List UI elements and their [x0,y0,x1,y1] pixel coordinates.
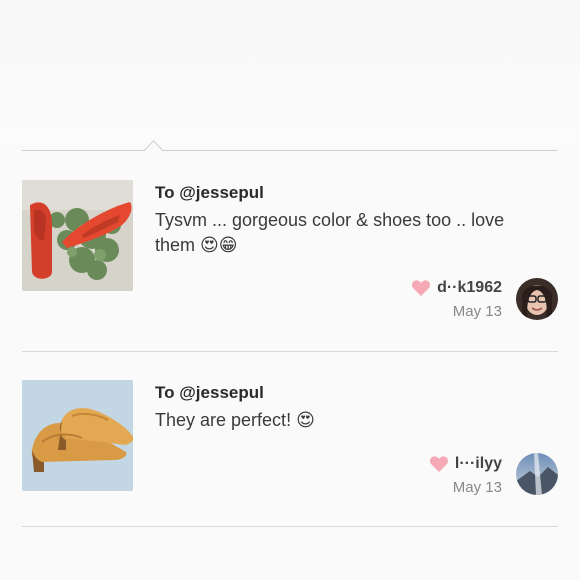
user-avatar-image [516,278,558,320]
avatar[interactable] [516,278,558,320]
comment-thumbnail[interactable] [22,180,133,291]
user-row: l···ilyy [429,455,502,473]
comment-text: They are perfect! 😍 [155,410,315,430]
tan-mules-image [22,380,133,491]
heart-icon[interactable] [411,279,431,297]
recipient-label: To @jessepul [155,383,264,402]
user-avatar-image [516,453,558,495]
heart-icon[interactable] [429,455,449,473]
background-fade [0,0,580,145]
avatar[interactable] [516,453,558,495]
comment-meta: d··k1962 May 13 [411,279,502,320]
user-row: d··k1962 [411,279,502,297]
comment-date: May 13 [452,479,502,496]
comment-date: May 13 [452,303,502,320]
username-link[interactable]: d··k1962 [437,279,502,297]
comment-separator [22,526,558,527]
username-link[interactable]: l···ilyy [455,455,502,473]
recipient-label: To @jessepul [155,183,264,202]
red-flats-image [22,180,133,291]
comment-meta: l···ilyy May 13 [429,455,502,496]
section-divider [22,150,558,151]
comment-text: Tysvm ... gorgeous color & shoes too .. … [155,210,505,255]
comment-separator [22,351,558,352]
comment-thumbnail[interactable] [22,380,133,491]
